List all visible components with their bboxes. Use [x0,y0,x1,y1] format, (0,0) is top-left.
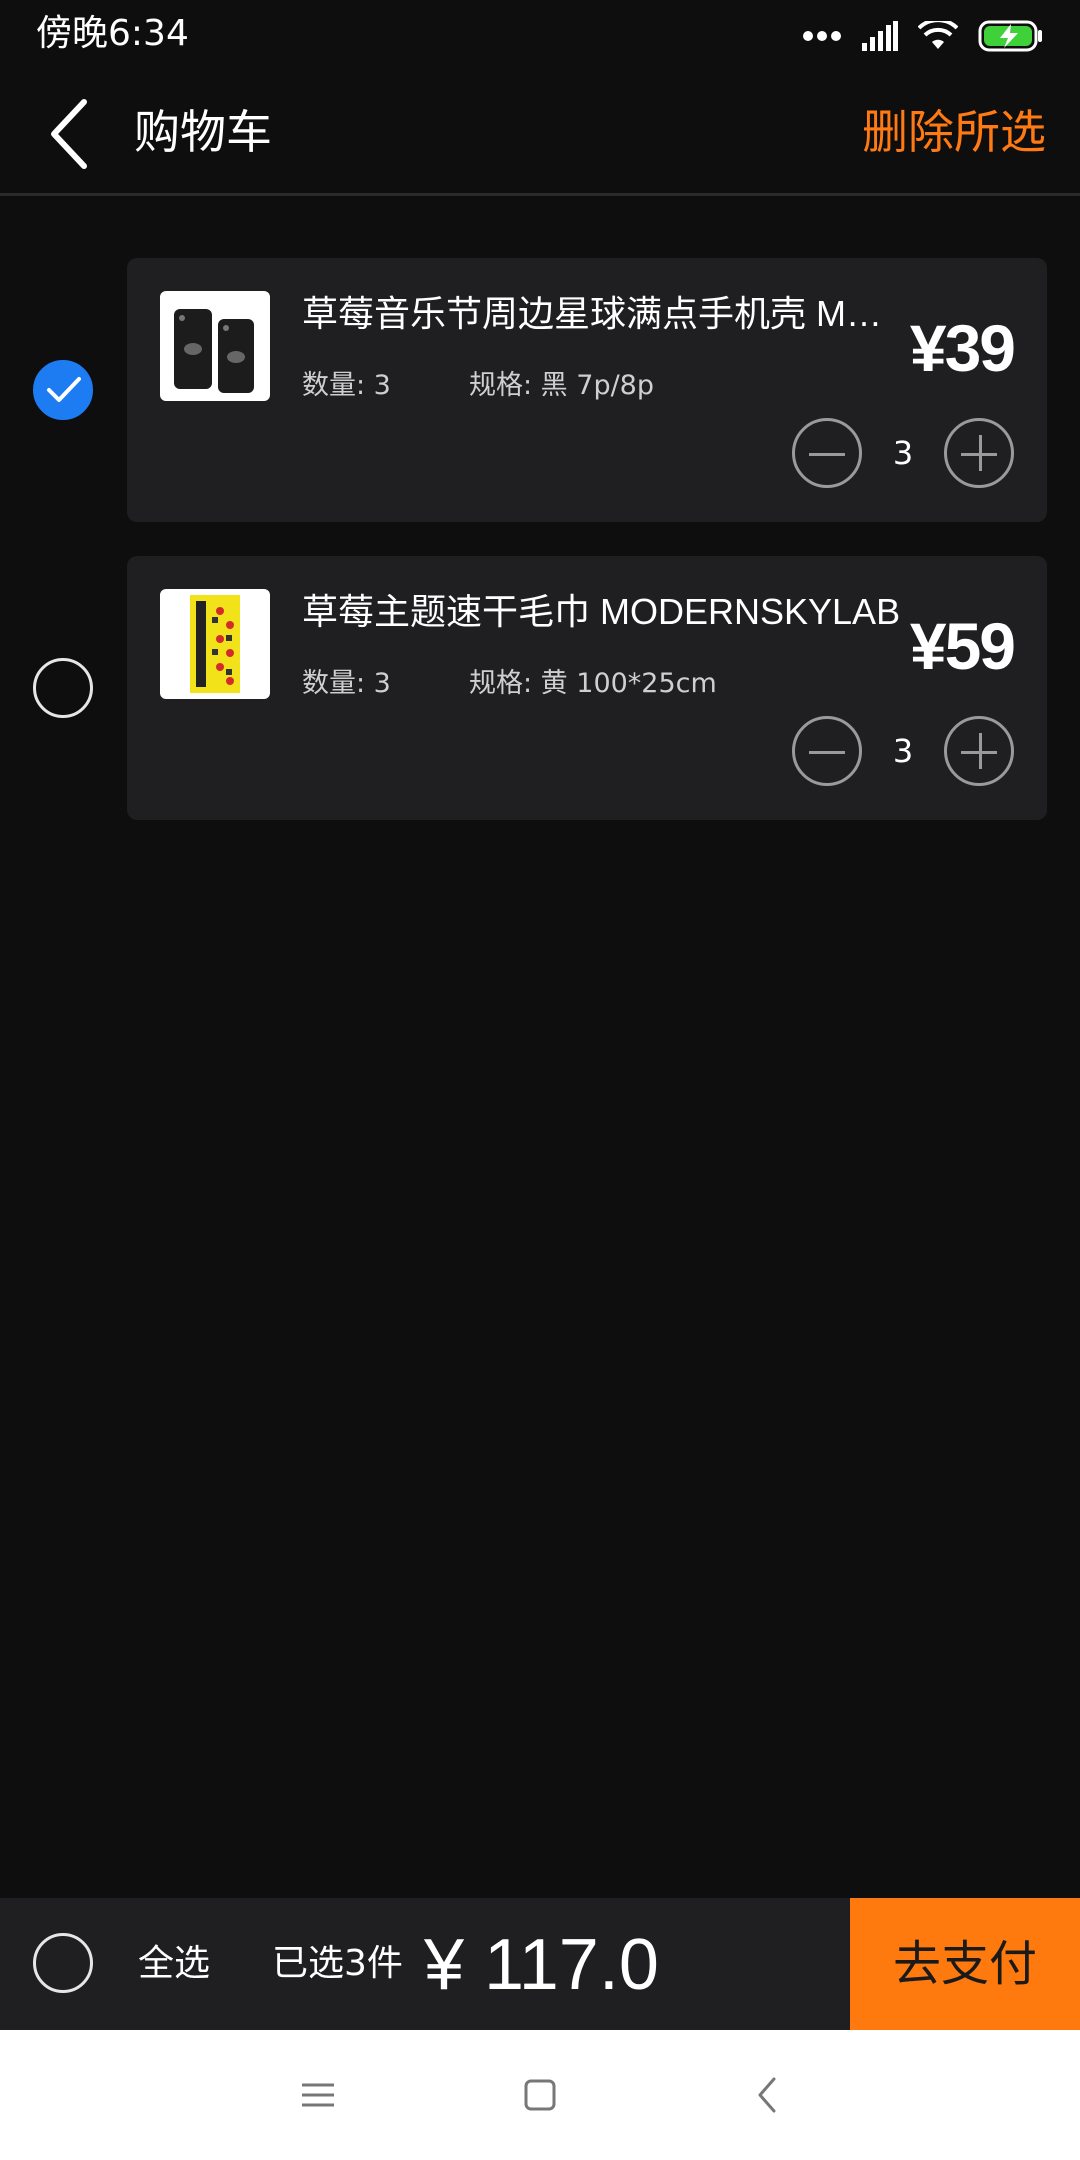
cart-item: 草莓主题速干毛巾 MODERNSKYLAB 数量: 3 规格: 黄 100*25… [0,556,1080,820]
wifi-icon [918,21,958,49]
increase-quantity-button[interactable] [944,418,1014,488]
towel-thumbnail [160,589,270,699]
status-bar: 傍晚6:34 [0,0,1080,72]
system-nav-bar [0,2030,1080,2160]
item-price: ¥59 [909,609,1016,683]
quantity-stepper: 3 [792,418,1014,488]
selected-count: 已选3件 [272,1943,403,1984]
home-nav-button[interactable] [520,2075,560,2115]
menu-icon [302,2083,334,2107]
item-card[interactable]: 草莓音乐节周边星球满点手机壳 MODERNSKYLAB 数量: 3 规格: 黑 … [127,258,1047,522]
select-all-label[interactable]: 全选 [138,1938,210,1990]
item-title: 草莓音乐节周边星球满点手机壳 MODERNSKYLAB [302,293,902,334]
item-quantity-label: 数量: 3 [302,370,391,401]
item-select-checkbox[interactable] [33,360,93,420]
more-dots-icon [803,31,841,41]
increase-quantity-button[interactable] [944,716,1014,786]
delete-selected-button[interactable]: 删除所选 [862,102,1046,162]
header: 购物车 删除所选 [0,72,1080,196]
select-all-checkbox[interactable] [33,1933,93,1993]
status-time: 傍晚6:34 [36,13,189,54]
home-square-icon [524,2079,556,2111]
quantity-stepper: 3 [792,716,1014,786]
signal-icon [862,21,898,51]
item-quantity-label: 数量: 3 [302,668,391,699]
quantity-value: 3 [892,434,914,472]
decrease-quantity-button[interactable] [792,418,862,488]
pay-button[interactable]: 去支付 [850,1898,1080,2030]
quantity-value: 3 [892,732,914,770]
cart-item: 草莓音乐节周边星球满点手机壳 MODERNSKYLAB 数量: 3 规格: 黑 … [0,258,1080,522]
battery-charging-icon [978,20,1042,52]
decrease-quantity-button[interactable] [792,716,862,786]
status-icons [802,16,1044,56]
check-icon [47,377,81,402]
page-title: 购物车 [134,105,272,159]
checkout-bar: 全选 已选3件 ¥ 117.0 去支付 [0,1898,1080,2030]
back-chevron-icon [758,2077,776,2113]
item-card[interactable]: 草莓主题速干毛巾 MODERNSKYLAB 数量: 3 规格: 黄 100*25… [127,556,1047,820]
total-price: ¥ 117.0 [424,1925,659,2005]
menu-nav-button[interactable] [298,2075,338,2115]
back-button[interactable] [40,94,104,174]
item-spec-label: 规格: 黄 100*25cm [469,668,717,699]
item-select-checkbox[interactable] [33,658,93,718]
phone-case-thumbnail [160,291,270,401]
item-title: 草莓主题速干毛巾 MODERNSKYLAB [302,591,901,632]
item-spec-label: 规格: 黑 7p/8p [469,370,654,401]
back-arrow-icon [51,99,87,169]
back-nav-button[interactable] [748,2075,788,2115]
item-price: ¥39 [909,311,1016,385]
